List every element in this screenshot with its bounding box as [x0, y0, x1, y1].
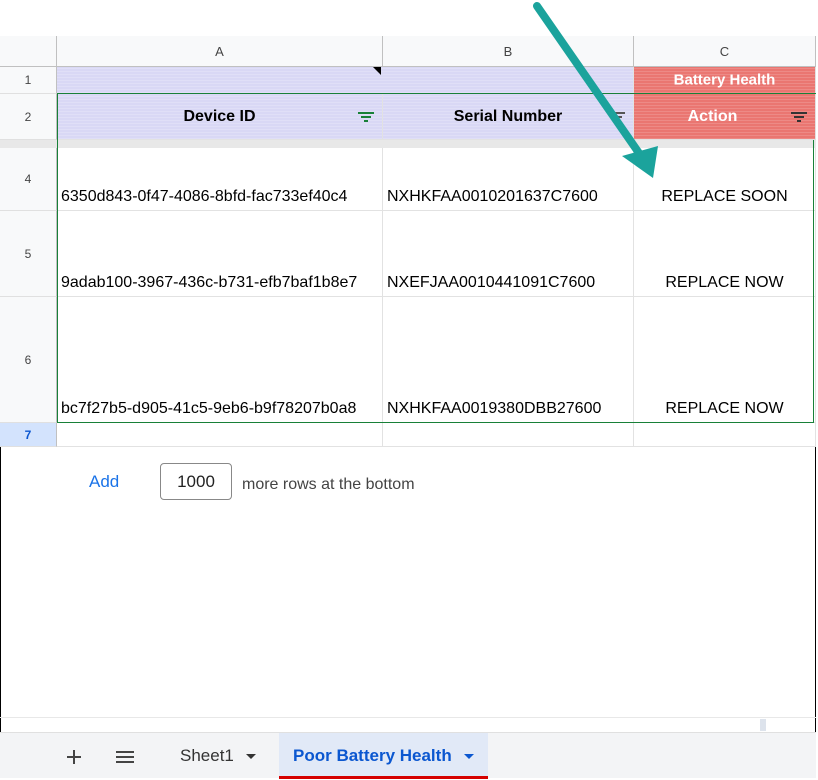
cell-c4[interactable]: REPLACE SOON: [634, 148, 816, 211]
serial-value: NXHKFAA0010201637C7600: [387, 188, 598, 205]
active-tab-underline: [279, 776, 488, 779]
filter-icon[interactable]: [791, 111, 807, 123]
range-border-bottom: [57, 422, 814, 423]
row-header-5[interactable]: 5: [0, 211, 57, 297]
cell-a1[interactable]: [57, 67, 383, 94]
cell-a2[interactable]: Device ID: [57, 94, 383, 140]
device-id-value: 6350d843-0f47-4086-8bfd-fac733ef40c4: [61, 188, 348, 205]
cell-a5[interactable]: 9adab100-3967-436c-b731-efb7baf1b8e7: [57, 211, 383, 297]
cell-c6[interactable]: REPLACE NOW: [634, 297, 816, 423]
action-header: Action: [687, 107, 738, 125]
action-value: REPLACE NOW: [665, 400, 784, 417]
cell-b1[interactable]: [383, 67, 634, 94]
sheet-tab-bar: Sheet1 Poor Battery Health: [0, 732, 816, 779]
column-header-a[interactable]: A: [57, 36, 383, 67]
horizontal-scrollbar[interactable]: [0, 717, 816, 732]
range-border-top: [57, 93, 816, 94]
row-number: 4: [24, 172, 32, 186]
column-header-c[interactable]: C: [634, 36, 816, 67]
cell-b5[interactable]: NXEFJAA0010441091C7600: [383, 211, 634, 297]
cell-a6[interactable]: bc7f27b5-d905-41c5-9eb6-b9f78207b0a8: [57, 297, 383, 423]
filter-icon[interactable]: [358, 111, 374, 123]
cell-c1[interactable]: Battery Health: [634, 67, 816, 94]
row-number: 2: [24, 109, 32, 124]
cell-b6[interactable]: NXHKFAA0019380DBB27600: [383, 297, 634, 423]
cell-b7[interactable]: [383, 423, 634, 447]
device-id-value: 9adab100-3967-436c-b731-efb7baf1b8e7: [61, 274, 358, 291]
row-header-4[interactable]: 4: [0, 148, 57, 211]
chevron-down-icon[interactable]: [463, 754, 474, 760]
more-rows-label: more rows at the bottom: [242, 476, 415, 493]
tab-label: Poor Battery Health: [293, 746, 452, 765]
device-id-header: Device ID: [183, 107, 256, 125]
battery-health-header: Battery Health: [673, 71, 776, 89]
tab-label: Sheet1: [180, 746, 234, 765]
cell-b2[interactable]: Serial Number: [383, 94, 634, 140]
select-all-corner[interactable]: [0, 36, 57, 67]
action-value: REPLACE NOW: [665, 274, 784, 291]
note-indicator-icon: [373, 67, 381, 75]
plus-icon[interactable]: [66, 749, 82, 765]
serial-value: NXEFJAA0010441091C7600: [387, 274, 596, 291]
row-header-2[interactable]: 2: [0, 94, 57, 140]
row-number: 7: [24, 427, 32, 442]
row-number: 6: [24, 352, 32, 367]
action-value: REPLACE SOON: [661, 188, 788, 205]
toolbar-area: [0, 0, 818, 36]
row-number: 1: [24, 73, 32, 87]
filter-icon[interactable]: [609, 111, 625, 123]
device-id-value: bc7f27b5-d905-41c5-9eb6-b9f78207b0a8: [61, 400, 357, 417]
row-header-6[interactable]: 6: [0, 297, 57, 423]
range-border-right: [813, 140, 814, 423]
tab-poor-battery-health[interactable]: Poor Battery Health: [279, 733, 488, 779]
frozen-rows-divider[interactable]: [0, 140, 816, 148]
range-border-left: [57, 93, 58, 423]
cell-a4[interactable]: 6350d843-0f47-4086-8bfd-fac733ef40c4: [57, 148, 383, 211]
row-number: 5: [24, 246, 32, 261]
cell-c7[interactable]: [634, 423, 816, 447]
tab-sheet1[interactable]: Sheet1: [168, 733, 268, 779]
row-header-1[interactable]: 1: [0, 67, 57, 94]
menu-icon[interactable]: [116, 750, 134, 764]
rows-count-input[interactable]: 1000: [160, 463, 232, 500]
chevron-down-icon[interactable]: [245, 754, 256, 760]
add-rows-button[interactable]: Add: [89, 472, 119, 492]
cell-b4[interactable]: NXHKFAA0010201637C7600: [383, 148, 634, 211]
cell-c5[interactable]: REPLACE NOW: [634, 211, 816, 297]
column-header-b[interactable]: B: [383, 36, 634, 67]
serial-value: NXHKFAA0019380DBB27600: [387, 400, 602, 417]
scrollbar-thumb[interactable]: [760, 719, 766, 731]
cell-a7[interactable]: [57, 423, 383, 447]
row-header-7[interactable]: 7: [0, 423, 57, 447]
serial-number-header: Serial Number: [453, 107, 563, 125]
cell-c2[interactable]: Action: [634, 94, 816, 140]
